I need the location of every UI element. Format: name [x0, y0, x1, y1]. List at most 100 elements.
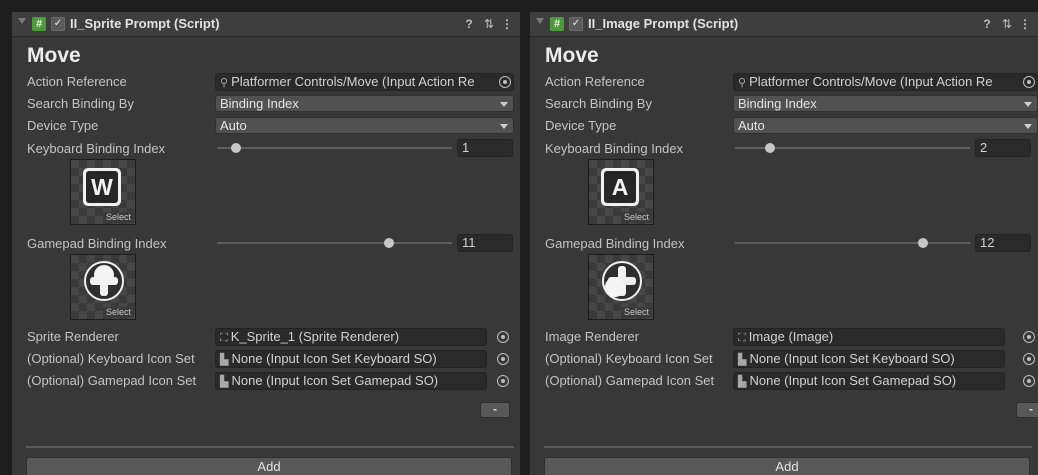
renderer-label: Image Renderer [545, 329, 639, 344]
device-type-value: Auto [220, 118, 247, 133]
dropdown-arrow-icon [500, 124, 508, 129]
gamepad-icon-set-field[interactable]: ▙ None (Input Icon Set Gamepad SO) [733, 372, 1005, 390]
component-title: II_Image Prompt (Script) [588, 16, 739, 31]
keyboard-key-icon: A [601, 168, 639, 206]
renderer-value: Image (Image) [748, 329, 834, 344]
gamepad-binding-index-field[interactable]: 12 [975, 234, 1031, 252]
help-icon[interactable]: ? [462, 17, 476, 31]
action-reference-value: Platformer Controls/Move (Input Action R… [231, 74, 475, 89]
script-icon: # [550, 17, 564, 31]
thumbnail-select-button[interactable]: Select [620, 307, 652, 318]
gamepad-binding-slider-track[interactable] [217, 242, 452, 244]
keyboard-binding-slider-knob[interactable] [230, 143, 241, 153]
search-binding-by-value: Binding Index [220, 96, 299, 111]
search-binding-by-dropdown[interactable]: Binding Index [215, 95, 514, 112]
stick-knob [605, 277, 625, 297]
thumbnail-select-button[interactable]: Select [102, 307, 134, 318]
keyboard-binding-index-field[interactable]: 2 [975, 139, 1031, 157]
preset-sliders-icon[interactable]: ⇅ [482, 17, 496, 31]
gamepad-binding-index-label: Gamepad Binding Index [545, 236, 685, 251]
checkbox-checked-icon[interactable]: ✓ [51, 17, 65, 31]
add-button[interactable]: Add [26, 457, 512, 475]
object-picker-icon[interactable] [497, 353, 509, 365]
device-type-dropdown[interactable]: Auto [733, 117, 1038, 134]
keyboard-icon-set-field[interactable]: ▙ None (Input Icon Set Keyboard SO) [215, 350, 487, 368]
component-header[interactable]: # ✓ II_Image Prompt (Script) ? ⇅ ⋮ [530, 12, 1038, 37]
dropdown-arrow-icon [500, 102, 508, 107]
search-binding-by-label: Search Binding By [545, 96, 652, 111]
object-picker-icon[interactable] [497, 375, 509, 387]
object-picker-icon[interactable] [1023, 375, 1035, 387]
search-binding-by-dropdown[interactable]: Binding Index [733, 95, 1038, 112]
object-picker-icon[interactable] [1023, 353, 1035, 365]
thumbnail-select-button[interactable]: Select [102, 212, 134, 223]
object-picker-icon[interactable] [1023, 76, 1035, 88]
gamepad-icon-set-label: (Optional) Gamepad Icon Set [27, 373, 197, 388]
gamepad-binding-index-field[interactable]: 11 [457, 234, 513, 252]
inspector-panel-sprite-prompt: # ✓ II_Sprite Prompt (Script) ? ⇅ ⋮ Move… [12, 12, 520, 475]
action-reference-field[interactable]: ⚲ Platformer Controls/Move (Input Action … [215, 73, 514, 91]
keyboard-key-icon: W [83, 168, 121, 206]
gamepad-prompt-thumbnail[interactable]: Select [588, 254, 654, 320]
gamepad-binding-slider-knob[interactable] [918, 238, 928, 248]
gamepad-icon-set-label: (Optional) Gamepad Icon Set [545, 373, 715, 388]
gamepad-icon-set-field[interactable]: ▙ None (Input Icon Set Gamepad SO) [215, 372, 487, 390]
renderer-value: K_Sprite_1 (Sprite Renderer) [230, 329, 400, 344]
gamepad-prompt-thumbnail[interactable]: Select [70, 254, 136, 320]
preset-sliders-icon[interactable]: ⇅ [1000, 17, 1014, 31]
component-title: II_Sprite Prompt (Script) [70, 16, 220, 31]
search-binding-by-label: Search Binding By [27, 96, 134, 111]
section-title: Move [27, 44, 81, 67]
scriptable-object-icon: ▙ [220, 354, 229, 366]
checkbox-checked-icon[interactable]: ✓ [569, 17, 583, 31]
input-action-icon: ⚲ [220, 77, 229, 89]
component-header[interactable]: # ✓ II_Sprite Prompt (Script) ? ⇅ ⋮ [12, 12, 520, 37]
add-button[interactable]: Add [544, 457, 1030, 475]
keyboard-icon-set-value: None (Input Icon Set Keyboard SO) [231, 351, 437, 366]
object-picker-icon[interactable] [1023, 331, 1035, 343]
object-picker-icon[interactable] [499, 76, 511, 88]
remove-button[interactable]: - [1016, 402, 1038, 418]
gamepad-stick-icon [84, 261, 124, 301]
scriptable-object-icon: ▙ [738, 376, 747, 388]
keyboard-key-letter: A [604, 171, 636, 203]
gamepad-icon-set-value: None (Input Icon Set Gamepad SO) [749, 373, 957, 388]
gamepad-binding-slider-track[interactable] [735, 242, 970, 244]
divider [26, 446, 514, 448]
gamepad-binding-slider-knob[interactable] [383, 238, 394, 248]
keyboard-binding-slider-knob[interactable] [765, 143, 776, 153]
device-type-value: Auto [738, 118, 765, 133]
foldout-arrow-icon[interactable] [18, 18, 26, 24]
renderer-label: Sprite Renderer [27, 329, 119, 344]
renderer-field[interactable]: ⛶ K_Sprite_1 (Sprite Renderer) [215, 328, 487, 346]
keyboard-binding-slider-track[interactable] [217, 147, 452, 149]
keyboard-prompt-thumbnail[interactable]: W Select [70, 159, 136, 225]
script-icon: # [32, 17, 46, 31]
divider [544, 446, 1032, 448]
kebab-menu-icon[interactable]: ⋮ [500, 17, 514, 31]
kebab-menu-icon[interactable]: ⋮ [1018, 17, 1032, 31]
renderer-field[interactable]: ⛶ Image (Image) [733, 328, 1005, 346]
remove-button[interactable]: - [480, 402, 510, 418]
gamepad-icon-set-value: None (Input Icon Set Gamepad SO) [231, 373, 439, 388]
foldout-arrow-icon[interactable] [536, 18, 544, 24]
device-type-dropdown[interactable]: Auto [215, 117, 514, 134]
gamepad-stick-icon [602, 261, 642, 301]
gamepad-binding-index-label: Gamepad Binding Index [27, 236, 167, 251]
keyboard-binding-index-label: Keyboard Binding Index [545, 141, 684, 156]
scriptable-object-icon: ▙ [220, 376, 229, 388]
action-reference-value: Platformer Controls/Move (Input Action R… [749, 74, 993, 89]
action-reference-label: Action Reference [27, 74, 127, 89]
object-picker-icon[interactable] [497, 331, 509, 343]
keyboard-binding-index-field[interactable]: 1 [457, 139, 513, 157]
action-reference-field[interactable]: ⚲ Platformer Controls/Move (Input Action … [733, 73, 1038, 91]
device-type-label: Device Type [545, 118, 617, 133]
keyboard-prompt-thumbnail[interactable]: A Select [588, 159, 654, 225]
help-icon[interactable]: ? [980, 17, 994, 31]
section-title: Move [545, 44, 599, 67]
action-reference-label: Action Reference [545, 74, 645, 89]
search-binding-by-value: Binding Index [738, 96, 817, 111]
thumbnail-select-button[interactable]: Select [620, 212, 652, 223]
keyboard-icon-set-field[interactable]: ▙ None (Input Icon Set Keyboard SO) [733, 350, 1005, 368]
keyboard-icon-set-value: None (Input Icon Set Keyboard SO) [749, 351, 955, 366]
